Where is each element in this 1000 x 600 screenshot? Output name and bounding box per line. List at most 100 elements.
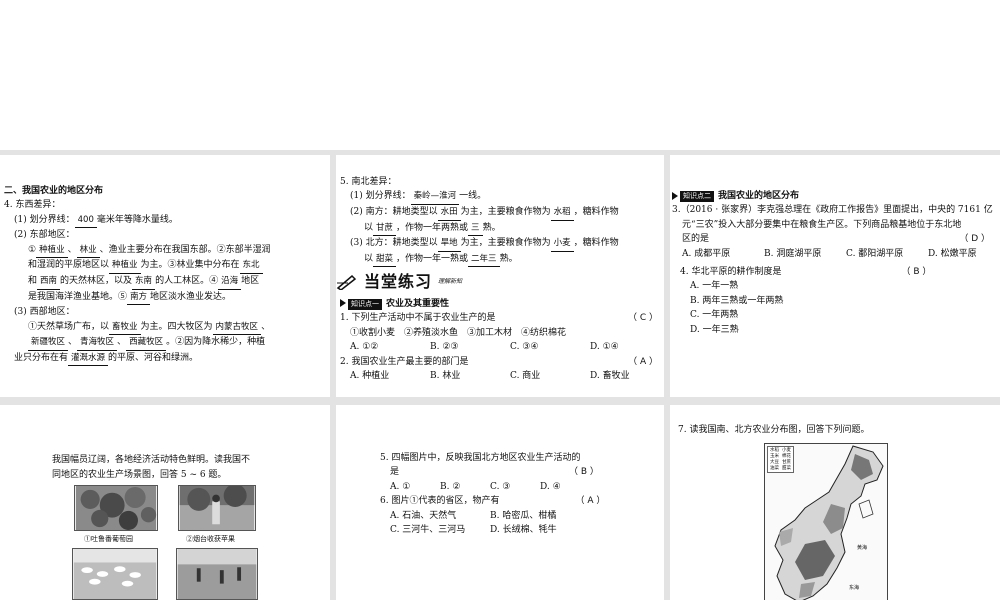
text-line: 是我国海洋渔业基地。⑤ 南方 地区淡水渔业发达。 [4, 290, 330, 306]
option: D. ④ [540, 481, 561, 492]
text-line: 5. 南北差异： [340, 177, 397, 187]
question-1: 1. 下列生产活动中不属于农业生产的是（ C ） [340, 311, 664, 325]
option: B. 两年三熟或一年两熟 [690, 295, 784, 306]
answer-blank: 东南 [132, 275, 156, 290]
legend-item: 甜菜 [782, 465, 791, 471]
answer-blank: 秦岭—淮河 [410, 190, 460, 205]
answer-blank: 西南 [37, 275, 61, 290]
option: D. 松嫩平原 [928, 248, 977, 259]
answer-blank: 内蒙古牧区 [212, 321, 262, 336]
answer-blank: 西藏牧区 [126, 336, 167, 351]
text-line: 以甜菜 ，作物一年一熟或 二年三 熟。 [340, 252, 664, 268]
question-3-line: 3.（2016 · 张家界）李克强总理在《政府工作报告》里面提出，中央的 716… [672, 205, 993, 216]
text-line: (3) 西部地区： [14, 307, 75, 318]
banner-title: 当堂练习 [364, 272, 433, 292]
answer-blank: 甜菜 [373, 253, 397, 268]
answer-blank: 沿海 [218, 275, 242, 290]
answer-blank: 三 [468, 222, 483, 237]
option: D. 一年三熟 [690, 324, 739, 335]
field-work-photo [176, 548, 258, 600]
options-row: A. 成都平原 B. 洞庭湖平原 C. 鄱阳湖平原 D. 松嫩平原 [672, 247, 996, 261]
text-line: (2) 东部地区： [14, 230, 75, 241]
answer-blank: 青海牧区 [77, 336, 118, 351]
practice-banner: 当堂练习 理解新知 [336, 269, 664, 295]
intro-text: 我国幅员辽阔，各地经济活动特色鲜明。读我国不 [52, 455, 251, 465]
answer-blank: 400 [74, 214, 97, 229]
text-line: 和湿润的平原地区以 种植业 为主。③林业集中分布在 东北 [4, 258, 330, 274]
photo-caption: ②烟台收获苹果 [186, 535, 235, 543]
knowledge-tag: 知识点二 [680, 191, 714, 203]
triangle-icon [672, 191, 678, 200]
answer-paren: （ B ） [901, 266, 932, 277]
text-line: 业只分布在有 灌溉水源 的平原、河谷和绿洲。 [4, 351, 330, 367]
option: A. ① [390, 481, 411, 492]
answer-blank: 东北 [239, 259, 263, 274]
agriculture-map: 水稻 小麦 玉米 棉花 大豆 甘蔗 油菜 甜菜 黄海 东海 [764, 443, 888, 600]
option: D. ①④ [590, 342, 619, 353]
answer-blank: 二年三 [468, 253, 500, 268]
question-4: 4. 华北平原的耕作制度是（ B ） [680, 266, 932, 277]
question-3-line: 元“三农”投入大部分要集中在粮食生产区。下列商品粮基地位于东北地 [682, 219, 962, 230]
option: A. 成都平原 [682, 248, 731, 259]
option: C. 三河牛、三河马 [390, 524, 466, 535]
option: A. 一年一熟 [690, 281, 739, 292]
option: C. 一年两熟 [690, 310, 739, 321]
option: B. ② [440, 481, 461, 492]
answer-paren: （ A ） [575, 496, 606, 507]
answer-paren: （ A ） [628, 356, 658, 367]
map-legend: 水稻 小麦 玉米 棉花 大豆 甘蔗 油菜 甜菜 [767, 446, 794, 474]
top-blank-area [0, 0, 1000, 150]
vineyard-photo [74, 485, 158, 531]
answer-blank: 灌溉水源 [68, 352, 109, 367]
question-5-line: 5. 四幅图片中，反映我国北方地区农业生产活动的 [380, 453, 581, 463]
slide-panel-5: 5. 四幅图片中，反映我国北方地区农业生产活动的 是（ B ） A. ① B. ②… [336, 405, 664, 600]
intro-text: 同地区的农业生产场景图，回答 5 ~ 6 题。 [52, 470, 227, 480]
option: A. 种植业 [350, 370, 390, 381]
answer-blank: 种植业 [109, 259, 141, 274]
text-line: (1) 划分界线： 秦岭—淮河 一线。 [340, 189, 664, 205]
answer-paren: （ C ） [627, 313, 658, 324]
slide-panel-2: 5. 南北差异： (1) 划分界线： 秦岭—淮河 一线。 (2) 南方：耕地类型以水… [336, 155, 664, 397]
slide-panel-6: 7. 读我国南、北方农业分布图，回答下列问题。 水稻 小麦 玉米 棉花 大豆 甘… [670, 405, 1000, 600]
answer-blank: 林业 [76, 244, 100, 259]
answer-blank: 水稻 [550, 206, 574, 221]
option: B. 林业 [430, 370, 461, 381]
photo-caption: ①吐鲁番葡萄园 [84, 535, 133, 543]
options-row: A. 石油、天然气 B. 哈密瓜、柑橘 [380, 509, 664, 523]
option: D. 畜牧业 [590, 370, 630, 381]
option: C. 商业 [510, 370, 541, 381]
option: C. ③④ [510, 342, 539, 353]
question-3-line: 区的是（ D ） [672, 232, 996, 246]
map-label-huanghai: 黄海 [857, 545, 868, 551]
banner-subtitle: 理解新知 [438, 278, 463, 286]
herding-photo [72, 548, 158, 600]
option: A. ①② [350, 342, 379, 353]
slide-panel-3: 知识点二 我国农业的地区分布 3.（2016 · 张家界）李克强总理在《政府工作报… [670, 155, 1000, 397]
answer-blank: 南方 [127, 291, 151, 306]
text-line: (1) 划分界线： 400 毫米年等降水量线。 [4, 213, 330, 229]
options-row: C. 三河牛、三河马 D. 长绒棉、牦牛 [380, 523, 664, 537]
answer-blank: 甘蔗 [373, 222, 397, 237]
knowledge-tag: 知识点一 [348, 298, 382, 311]
slide-panel-4: 我国幅员辽阔，各地经济活动特色鲜明。读我国不 同地区的农业生产场景图，回答 5 … [0, 405, 330, 600]
option: B. 洞庭湖平原 [764, 248, 822, 259]
options-row: A. ①② B. ②③ C. ③④ D. ①④ [340, 340, 664, 354]
text-line: 新疆牧区、青海牧区、西藏牧区 。②因为降水稀少，种植 [4, 335, 330, 351]
option: A. 石油、天然气 [390, 510, 457, 521]
answer-blank: 水田 [437, 206, 461, 221]
option: B. 哈密瓜、柑橘 [490, 510, 557, 521]
option: C. ③ [490, 481, 511, 492]
answer-paren: （ D ） [959, 234, 990, 245]
answer-blank: 畜牧业 [109, 321, 141, 336]
separator-band-middle [0, 397, 1000, 405]
text-line: ①天然草场广布，以 畜牧业 为主。四大牧区为 内蒙古牧区、 [4, 320, 330, 336]
answer-blank: 旱地 [437, 237, 461, 252]
text-line: (2) 南方：耕地类型以 水田 为主，主要粮食作物为 水稻 ，糖料作物 [340, 205, 664, 221]
question-items: ①收割小麦 ②养殖淡水鱼 ③加工木材 ④纺织棉花 [350, 327, 567, 338]
legend-item: 油菜 [770, 465, 779, 471]
text-line: 和西南 的天然林区，以及 东南 的人工林区。④ 沿海 地区 [4, 274, 330, 290]
pen-icon [336, 275, 357, 291]
option: B. ②③ [430, 342, 459, 353]
apple-harvest-photo [178, 485, 256, 531]
text-line: 以甘蔗 ，作物一年两熟或三熟。 [340, 221, 664, 237]
